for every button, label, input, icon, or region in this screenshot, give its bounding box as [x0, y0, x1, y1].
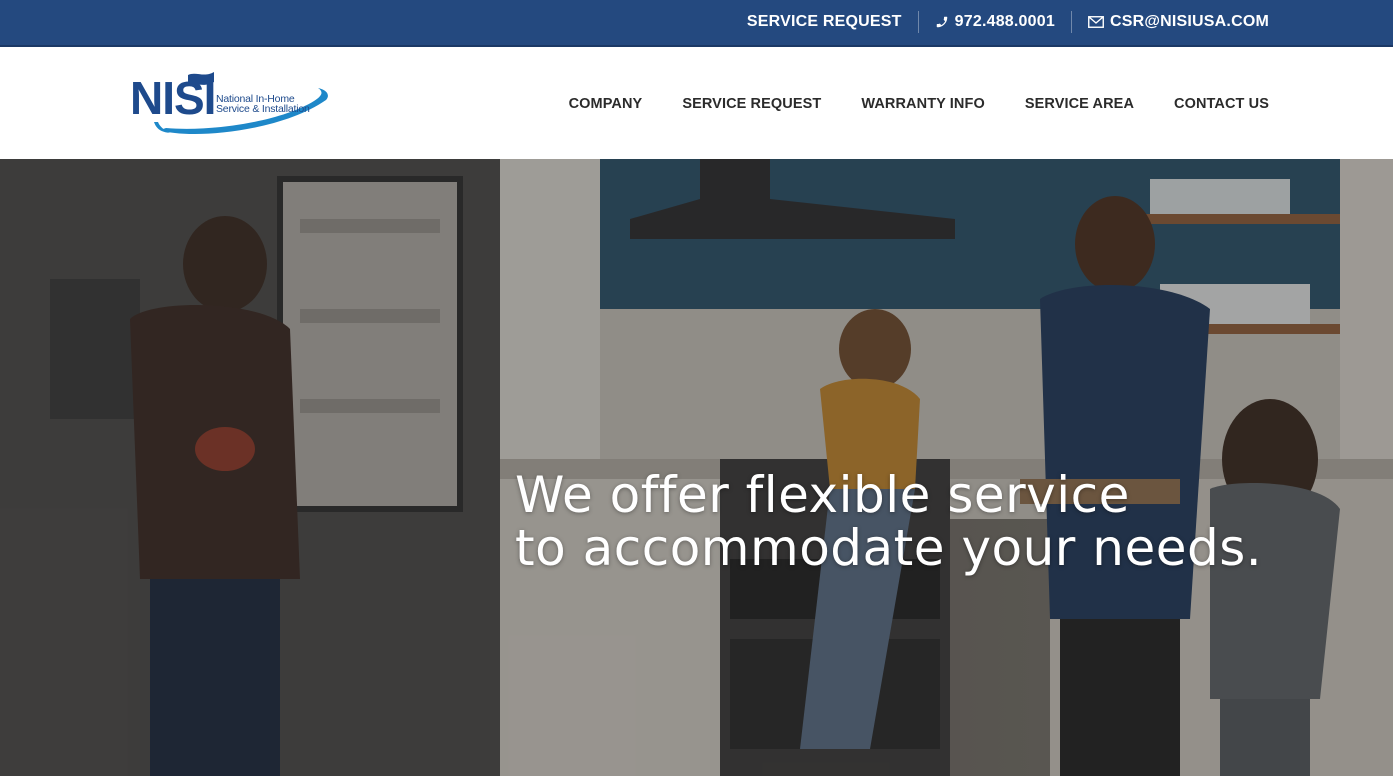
hero-line-2: to accommodate your needs. [515, 519, 1263, 577]
envelope-icon [1087, 16, 1104, 28]
logo-letters: NISI [130, 72, 216, 124]
hero-banner: We offer flexible service to accommodate… [0, 159, 1393, 776]
hero-line-1: We offer flexible service [515, 466, 1130, 524]
phone-number: 972.488.0001 [954, 13, 1055, 30]
service-request-label: SERVICE REQUEST [746, 13, 902, 30]
nav-warranty-info[interactable]: WARRANTY INFO [861, 96, 984, 112]
nisi-logo[interactable]: NISI National In-Home Service & Installa… [130, 70, 332, 138]
phone-link[interactable]: 972.488.0001 [935, 13, 1055, 31]
email-address: CSR@NISIUSA.COM [1109, 13, 1269, 30]
nav-company[interactable]: COMPANY [569, 96, 643, 112]
top-bar: SERVICE REQUEST 972.488.0001 CSR@NISIUSA… [0, 0, 1393, 47]
hero-headline: We offer flexible service to accommodate… [515, 469, 1262, 575]
logo-line-2: Service & Installation [216, 103, 310, 115]
main-nav: COMPANY SERVICE REQUEST WARRANTY INFO SE… [529, 49, 1269, 159]
email-link[interactable]: CSR@NISIUSA.COM [1087, 13, 1269, 31]
divider [1070, 11, 1072, 33]
logo-tagline: National In-Home Service & Installation [216, 94, 310, 115]
nav-contact-us[interactable]: CONTACT US [1174, 96, 1269, 112]
top-bar-links: SERVICE REQUEST 972.488.0001 CSR@NISIUSA… [747, 0, 1269, 44]
service-request-link[interactable]: SERVICE REQUEST [747, 13, 902, 31]
nav-service-area[interactable]: SERVICE AREA [1025, 96, 1134, 112]
nav-service-request[interactable]: SERVICE REQUEST [682, 96, 821, 112]
phone-icon [935, 15, 949, 29]
divider [917, 11, 919, 33]
main-header: NISI National In-Home Service & Installa… [0, 49, 1393, 159]
